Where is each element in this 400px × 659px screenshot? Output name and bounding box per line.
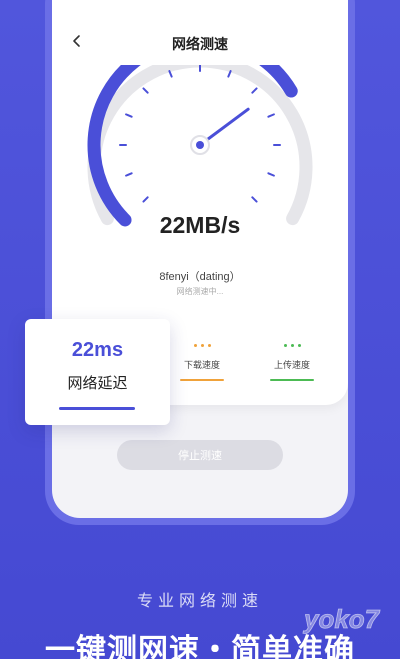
gauge-tick (142, 196, 149, 203)
gauge-tick (251, 196, 258, 203)
gauge-tick (125, 113, 133, 118)
gauge-ticks (119, 65, 281, 203)
network-name: 8fenyi（dating） (159, 271, 241, 283)
download-dots (167, 342, 237, 350)
upload-underline (270, 379, 314, 381)
download-underline (180, 379, 224, 381)
latency-card: 22ms 网络延迟 (25, 319, 170, 425)
gauge-hub-center (196, 141, 204, 149)
upload-speed-label: 上传速度 (273, 360, 310, 370)
gauge-tick (251, 87, 258, 94)
gauge-tick (125, 172, 133, 177)
gauge-tick (267, 172, 275, 177)
download-speed-metric: 下载速度 (167, 342, 237, 381)
stop-test-button[interactable]: 停止测速 (117, 440, 283, 470)
speed-value: 22MB/s (159, 212, 241, 238)
upload-dots (257, 342, 327, 350)
download-speed-label: 下载速度 (183, 360, 220, 370)
gauge-tick (227, 70, 232, 78)
svg-text:yoko7: yoko7 (302, 604, 381, 634)
watermark-logo: yoko7 (302, 604, 381, 635)
gauge-tick (142, 87, 149, 94)
gauge-tick (267, 113, 275, 118)
page-title: 网络测速 (172, 36, 228, 52)
latency-underline (59, 407, 135, 410)
phone-screen: 网络测速 22MB/s 8fenyi（dating） 网络测速中... 下载速度… (52, 0, 348, 518)
latency-label: 网络延迟 (67, 375, 128, 392)
status-text: 网络测速中... (176, 287, 224, 296)
upload-speed-metric: 上传速度 (257, 342, 327, 381)
latency-value: 22ms (71, 339, 124, 361)
gauge-tick (168, 70, 173, 78)
